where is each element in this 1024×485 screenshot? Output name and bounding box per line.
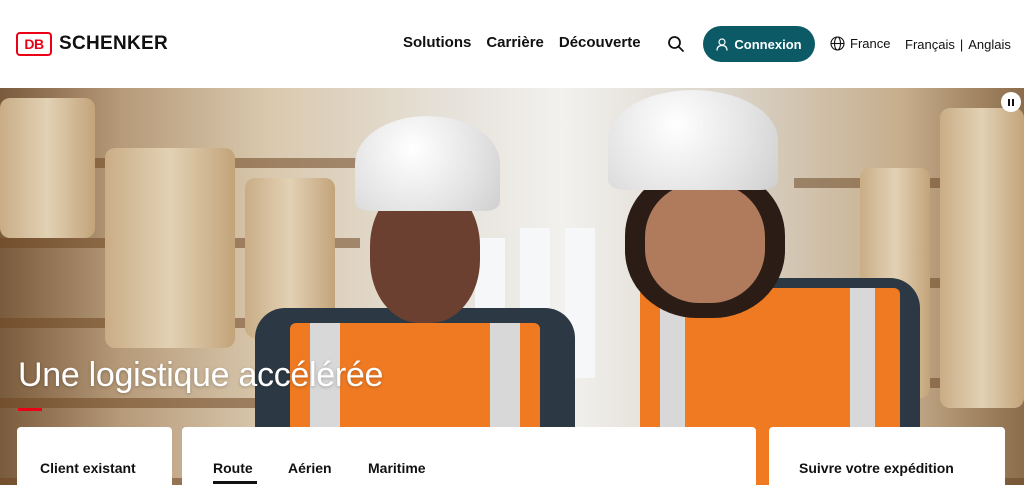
existing-client-title: Client existant	[40, 460, 136, 476]
db-logo-mark: DB	[16, 32, 52, 56]
login-button[interactable]: Connexion	[703, 26, 815, 62]
paper-roll	[0, 98, 95, 238]
hero-accent-bar	[18, 408, 42, 411]
nav-item-decouverte[interactable]: Découverte	[559, 34, 641, 51]
login-label: Connexion	[734, 36, 802, 52]
active-tab-indicator	[213, 481, 257, 484]
tab-aerien[interactable]: Aérien	[288, 460, 332, 476]
lang-separator: |	[959, 37, 964, 52]
region-selector[interactable]: France	[830, 36, 890, 51]
db-schenker-logo[interactable]: DB SCHENKER	[16, 32, 168, 56]
lang-anglais[interactable]: Anglais	[968, 37, 1011, 52]
tab-maritime[interactable]: Maritime	[368, 460, 426, 476]
language-switcher: Français | Anglais	[905, 37, 1011, 52]
track-shipment-card[interactable]: Suivre votre expédition	[769, 427, 1005, 485]
hero-banner: Une logistique accélérée	[0, 88, 1024, 485]
lang-francais[interactable]: Français	[905, 37, 955, 52]
search-icon[interactable]	[667, 35, 685, 53]
tab-route[interactable]: Route	[213, 460, 253, 476]
site-header: DB SCHENKER Solutions Carrière Découvert…	[0, 0, 1024, 88]
track-shipment-title: Suivre votre expédition	[799, 460, 954, 476]
globe-icon	[830, 36, 845, 51]
pause-icon[interactable]	[1001, 92, 1021, 112]
nav-item-carriere[interactable]: Carrière	[486, 34, 544, 51]
paper-roll	[105, 148, 235, 348]
nav-item-solutions[interactable]: Solutions	[403, 34, 471, 51]
user-icon	[716, 37, 729, 51]
region-label: France	[850, 36, 891, 51]
main-nav: Solutions Carrière Découverte	[403, 34, 656, 51]
existing-client-card[interactable]: Client existant	[17, 427, 172, 485]
hero-title: Une logistique accélérée	[18, 356, 384, 394]
paper-roll	[940, 108, 1024, 408]
transport-mode-tabs: Route Aérien Maritime	[182, 427, 756, 485]
schenker-logo-text: SCHENKER	[59, 33, 169, 54]
